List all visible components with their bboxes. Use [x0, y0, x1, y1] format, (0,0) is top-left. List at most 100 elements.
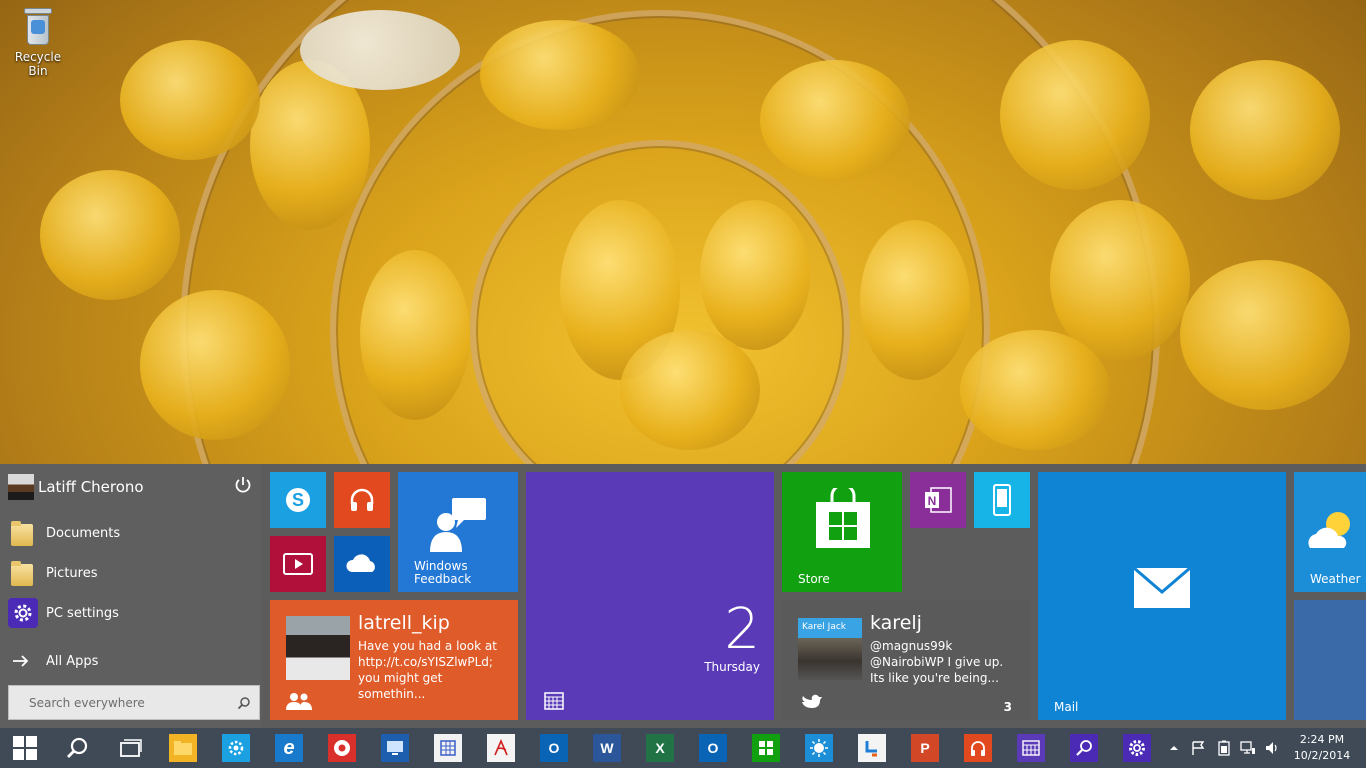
wallpaper-cocoon [1000, 40, 1150, 190]
taskbar-outlook-2[interactable]: O [690, 731, 736, 765]
chevron-up-icon[interactable] [1166, 740, 1182, 756]
start-button[interactable] [2, 731, 48, 765]
taskbar-calculator[interactable] [425, 731, 471, 765]
power-icon[interactable] [234, 476, 252, 494]
file-explorer-icon [169, 734, 197, 762]
remote-desktop-icon [381, 734, 409, 762]
tile-phone-companion[interactable] [974, 472, 1030, 528]
recycle-bin[interactable]: Recycle Bin [6, 6, 70, 78]
battery-icon[interactable] [1216, 740, 1232, 756]
wallpaper-cocoon [1050, 200, 1190, 360]
taskbar-search-button[interactable] [54, 731, 100, 765]
tile-people[interactable]: latrell_kip Have you had a look at http:… [270, 600, 518, 720]
clock-date: 10/2/2014 [1293, 749, 1351, 762]
taskbar-remote-desktop[interactable] [372, 731, 418, 765]
taskbar-acrobat[interactable] [478, 731, 524, 765]
tile-mail[interactable]: Mail [1038, 472, 1286, 720]
wallpaper-cocoon [1180, 260, 1350, 410]
taskbar-internet-explorer[interactable]: e [266, 731, 312, 765]
wallpaper-cocoon [360, 250, 470, 420]
taskbar-outlook[interactable]: O [531, 731, 577, 765]
outlook-icon: O [699, 734, 727, 762]
tile-label: Store [798, 572, 830, 586]
all-apps-button[interactable]: All Apps [8, 644, 258, 678]
contact-photo [286, 616, 350, 680]
folder-icon [8, 558, 38, 588]
taskbar-search-app[interactable] [1061, 731, 1107, 765]
arrow-right-icon [13, 655, 29, 667]
wallpaper-cocoon [960, 330, 1110, 450]
twitter-contact-photo: Karel Jack [798, 618, 862, 680]
start-menu-left-pane: Latiff Cherono Documents Pictures PC set… [0, 464, 262, 728]
store-icon [752, 734, 780, 762]
menu-item-pc-settings[interactable]: PC settings [8, 596, 258, 630]
network-icon[interactable] [1240, 740, 1256, 756]
taskbar-pc-settings[interactable] [1114, 731, 1160, 765]
excel-letter: X [655, 740, 665, 756]
outlook-letter: O [548, 740, 560, 756]
people-icon [858, 734, 886, 762]
tile-onenote[interactable]: N [910, 472, 966, 528]
flag-icon[interactable] [1190, 740, 1206, 756]
pc-settings-icon [1123, 734, 1151, 762]
menu-item-pictures[interactable]: Pictures [8, 556, 258, 590]
wallpaper-cocoon [860, 220, 970, 380]
wallpaper-cocoon [760, 60, 910, 180]
acrobat-icon [487, 734, 515, 762]
clock[interactable]: 2:24 PM 10/2/2014 [1292, 732, 1352, 764]
tile-twitter[interactable]: Karel Jack karelj @magnus99k @NairobiWP … [782, 600, 1030, 720]
calendar-day-number: 2 [724, 597, 760, 662]
taskbar-file-explorer[interactable] [160, 731, 206, 765]
search-app-icon [1070, 734, 1098, 762]
chrome-icon [328, 734, 356, 762]
people-handle: latrell_kip [358, 612, 450, 634]
taskbar-word[interactable]: W [584, 731, 630, 765]
recycle-bin-icon [21, 6, 55, 46]
twitter-badge-name: Karel Jack [802, 622, 846, 632]
music-icon [964, 734, 992, 762]
taskbar-store[interactable] [743, 731, 789, 765]
search-input[interactable]: Search everywhere [8, 685, 260, 720]
task-view-icon [120, 739, 142, 757]
twitter-count: 3 [1003, 700, 1012, 714]
wallpaper-cocoon [40, 170, 180, 300]
headphones-icon [350, 488, 374, 511]
cloud-icon [346, 554, 375, 572]
tile-label: Weather [1310, 572, 1361, 586]
calculator-icon [434, 734, 462, 762]
taskbar-powerpoint[interactable]: P [902, 731, 948, 765]
excel-icon: X [646, 734, 674, 762]
volume-icon[interactable] [1264, 740, 1280, 756]
tile-onedrive[interactable] [334, 536, 390, 592]
tile-video[interactable] [270, 536, 326, 592]
tile-store[interactable]: Store [782, 472, 902, 592]
taskbar-music[interactable] [955, 731, 1001, 765]
folder-icon [8, 518, 38, 548]
tile-weather[interactable]: Weather [1294, 472, 1366, 592]
phone-icon [993, 484, 1011, 516]
people-post: Have you had a look at http://t.co/sYISZ… [358, 639, 497, 701]
taskbar-calendar[interactable] [1008, 731, 1054, 765]
task-view-button[interactable] [108, 731, 154, 765]
user-account[interactable]: Latiff Cherono [8, 474, 258, 500]
calendar-icon [544, 692, 564, 710]
tile-blank[interactable] [1294, 600, 1366, 720]
store-icon [816, 488, 870, 548]
tile-skype[interactable]: S [270, 472, 326, 528]
taskbar-people[interactable] [849, 731, 895, 765]
menu-item-documents[interactable]: Documents [8, 516, 258, 550]
powerpoint-icon: P [911, 734, 939, 762]
tile-music[interactable] [334, 472, 390, 528]
taskbar-weather[interactable] [796, 731, 842, 765]
search-icon [67, 737, 88, 758]
tile-windows-feedback[interactable]: Windows Feedback [398, 472, 518, 592]
taskbar-chrome[interactable] [319, 731, 365, 765]
avatar [8, 474, 34, 500]
people-icon [286, 693, 312, 710]
tile-calendar[interactable]: 2 Thursday [526, 472, 774, 720]
powerpoint-letter: P [920, 740, 930, 756]
gear-icon [8, 598, 38, 628]
taskbar-settings[interactable] [213, 731, 259, 765]
taskbar-excel[interactable]: X [637, 731, 683, 765]
sun-cloud-icon [1308, 512, 1350, 548]
